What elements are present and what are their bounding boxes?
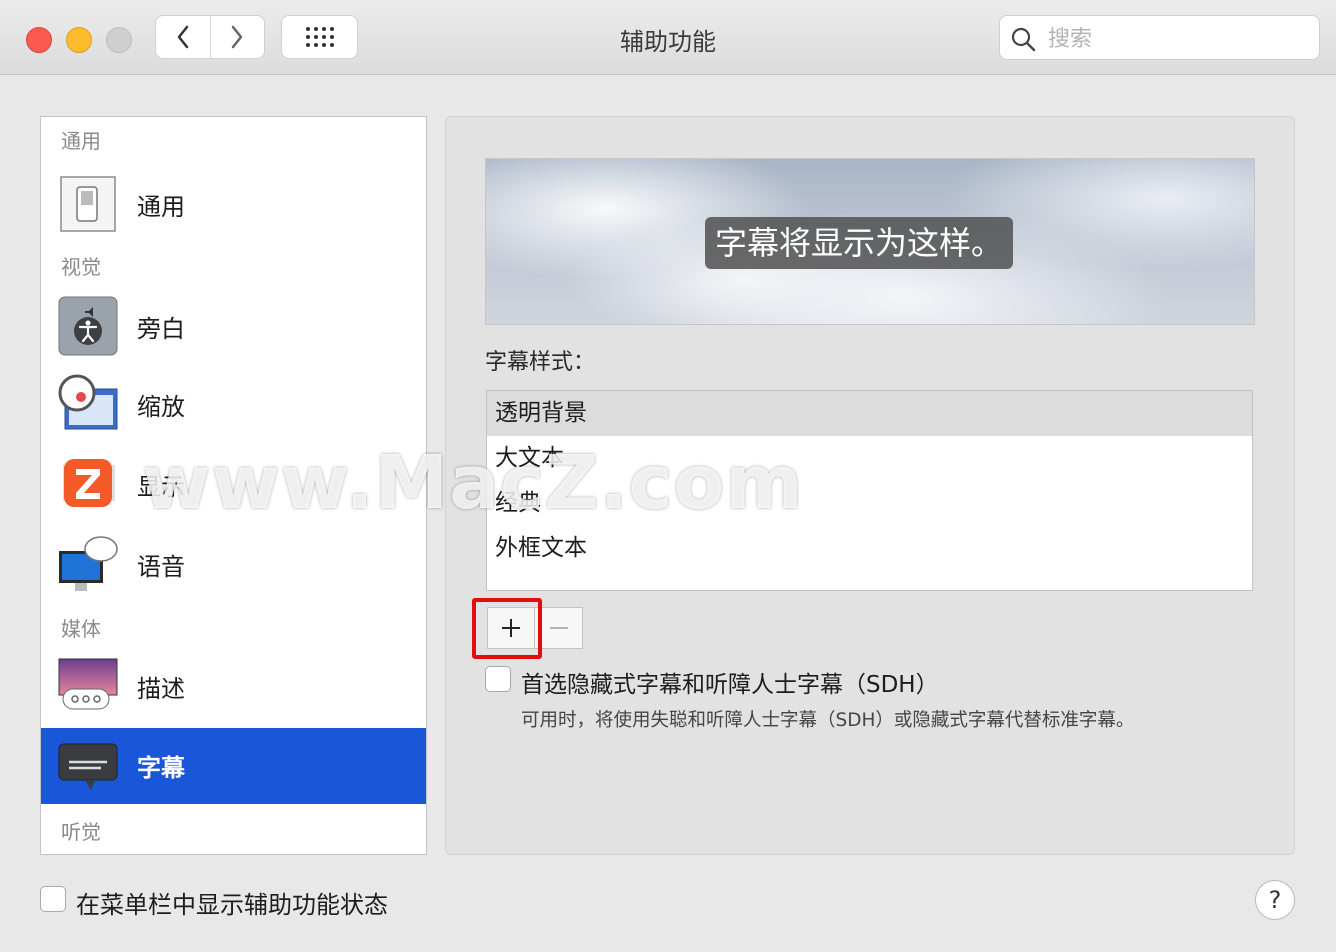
section-media: 媒体 [61,617,101,641]
add-style-button[interactable] [487,607,535,649]
sidebar-item-display[interactable]: 显示 [41,447,426,523]
section-vision: 视觉 [61,255,101,279]
sidebar-item-label: 缩放 [137,393,185,421]
sidebar-item-label: 旁白 [137,315,185,343]
switch-icon [60,176,116,232]
sdh-help-text: 可用时，将使用失聪和听障人士字幕（SDH）或隐藏式字幕代替标准字幕。 [521,710,1135,731]
search-input[interactable] [1046,23,1310,55]
caption-preview: 字幕将显示为这样。 [485,158,1255,325]
caption-style-label: 字幕样式： [485,350,596,375]
help-button[interactable]: ? [1255,880,1295,920]
sidebar-item-voiceover[interactable]: 旁白 [41,289,426,365]
description-icon [58,658,118,710]
title-bar: 辅助功能 [0,0,1336,75]
list-item[interactable]: 外框文本 [487,526,1252,571]
caption-sample-text: 字幕将显示为这样。 [705,217,1014,269]
add-remove-group [487,607,583,649]
menu-bar-status-label: 在菜单栏中显示辅助功能状态 [76,891,388,919]
display-monitor-icon [63,465,115,509]
captions-icon [58,743,118,790]
section-hearing: 听觉 [61,820,101,844]
sdh-checkbox[interactable] [485,666,511,692]
minus-icon [549,627,568,629]
sidebar-item-label: 字幕 [137,754,185,782]
sidebar-item-descriptions[interactable]: 描述 [41,649,426,725]
sidebar: 通用 通用 视觉 旁白 缩放 显示 语音 媒体 描述 字幕 听觉 [40,116,427,855]
search-field[interactable] [999,15,1320,60]
sidebar-item-zoom[interactable]: 缩放 [41,367,426,443]
section-general: 通用 [61,129,101,153]
sidebar-item-label: 显示 [137,473,185,501]
sidebar-item-label: 描述 [137,675,185,703]
caption-style-list[interactable]: 透明背景 大文本 经典 外框文本 [486,390,1253,591]
search-icon [1011,27,1036,52]
list-item[interactable]: 大文本 [487,436,1252,481]
list-item[interactable]: 透明背景 [487,391,1252,436]
voiceover-icon [58,296,118,356]
remove-style-button[interactable] [535,607,583,649]
plus-icon [502,619,520,637]
sidebar-item-label: 语音 [137,553,185,581]
zoom-magnifier-icon [58,374,118,430]
sidebar-item-general[interactable]: 通用 [41,167,426,243]
sdh-checkbox-label: 首选隐藏式字幕和听障人士字幕（SDH） [521,672,939,698]
list-item[interactable]: 经典 [487,481,1252,526]
menu-bar-status-checkbox[interactable] [40,886,66,912]
sidebar-item-captions[interactable]: 字幕 [41,728,426,804]
sidebar-item-label: 通用 [137,193,185,221]
speech-monitor-icon [59,536,118,591]
sidebar-item-speech[interactable]: 语音 [41,527,426,603]
